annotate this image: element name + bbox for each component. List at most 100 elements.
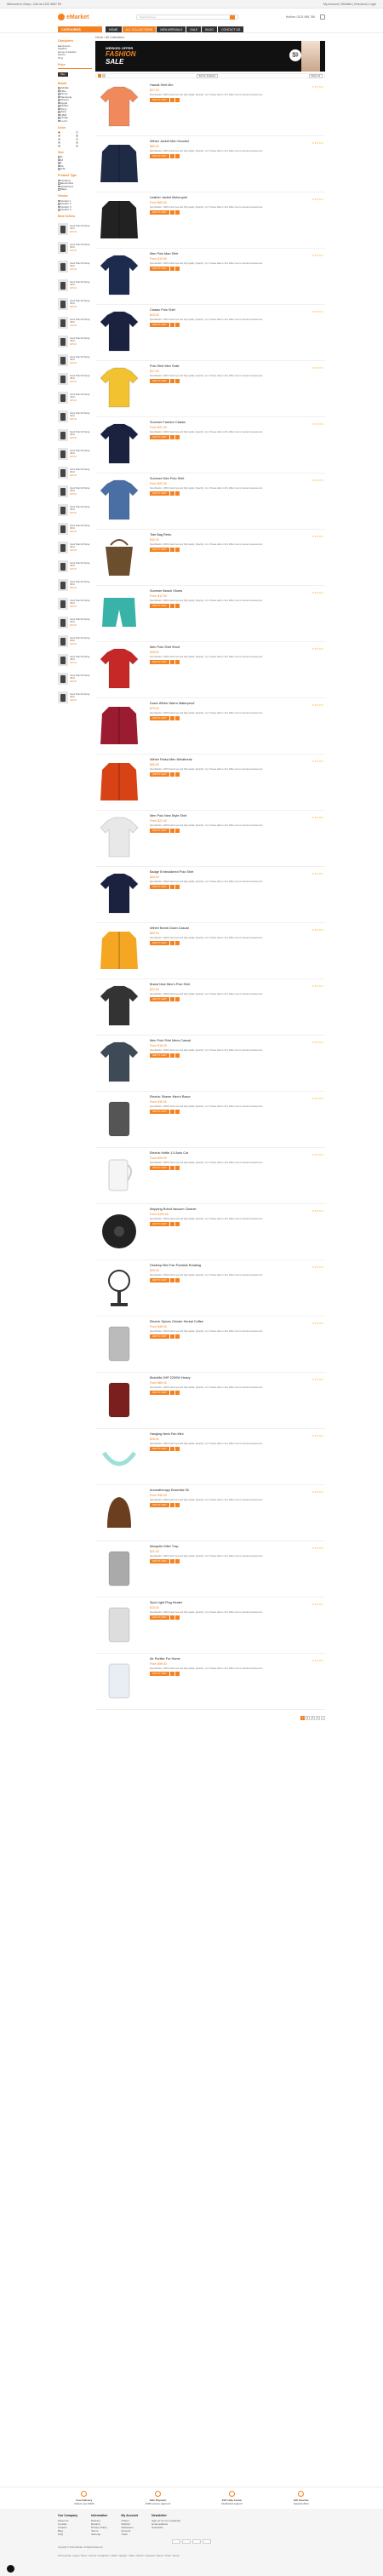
- product-image[interactable]: [95, 533, 143, 581]
- product-image[interactable]: [95, 1601, 143, 1649]
- product-name[interactable]: Men Polo New Style Shirt: [150, 814, 322, 818]
- add-to-cart-button[interactable]: ADD TO CART: [150, 997, 169, 1001]
- add-to-cart-button[interactable]: ADD TO CART: [150, 716, 169, 720]
- checkbox-icon[interactable]: [58, 111, 60, 113]
- add-to-cart-button[interactable]: ADD TO CART: [150, 1503, 169, 1507]
- product-image[interactable]: [95, 814, 143, 862]
- add-to-cart-button[interactable]: ADD TO CART: [150, 1053, 169, 1058]
- product-name[interactable]: Hanging Neck Fan Mini: [150, 1432, 322, 1436]
- wishlist-icon[interactable]: [169, 210, 174, 215]
- sidebar-product[interactable]: Neck Toilet Oil Spray 30ml $45.00: [58, 632, 92, 651]
- color-swatch[interactable]: [75, 134, 78, 137]
- checkbox-icon[interactable]: [58, 209, 60, 211]
- checkbox-icon[interactable]: [58, 205, 60, 208]
- compare-icon[interactable]: [174, 1503, 180, 1507]
- compare-icon[interactable]: [174, 379, 180, 383]
- add-to-cart-button[interactable]: ADD TO CART: [150, 1166, 169, 1170]
- compare-icon[interactable]: [174, 941, 180, 945]
- wishlist-icon[interactable]: [169, 829, 174, 833]
- sidebar-product[interactable]: Neck Toilet Oil Spray 30ml $45.00: [58, 651, 92, 669]
- promo-banner[interactable]: WEEKED OFFER FASHION SALE 50% OFF: [95, 41, 325, 72]
- product-image[interactable]: [95, 589, 143, 637]
- compare-icon[interactable]: [174, 1222, 180, 1226]
- product-row[interactable]: Mopping Robot Vacuum Cleaner From $199.00…: [95, 1204, 325, 1260]
- product-name[interactable]: Aromatherapy Essential Oil: [150, 1489, 322, 1492]
- color-swatch[interactable]: [75, 137, 78, 141]
- wishlist-icon[interactable]: [169, 885, 174, 889]
- categories-menu-button[interactable]: CATEGORIES: [58, 26, 102, 32]
- page-link[interactable]: »: [321, 1715, 325, 1720]
- tags-item[interactable]: Bags: [58, 187, 92, 191]
- wishlist-icon[interactable]: [169, 1672, 174, 1676]
- sidebar-product[interactable]: Neck Toilet Oil Spray 30ml $45.00: [58, 351, 92, 370]
- wishlist-icon[interactable]: [169, 660, 174, 664]
- product-name[interactable]: Winter Bomb Down Casual: [150, 927, 322, 930]
- sidebar-product[interactable]: Neck Toilet Oil Spray 30ml $45.00: [58, 613, 92, 632]
- nav-item[interactable]: CONTACT US: [217, 26, 244, 32]
- product-image[interactable]: [95, 1095, 143, 1143]
- product-name[interactable]: Electric Spices Grinder Herbal Coffee: [150, 1320, 322, 1323]
- sidebar-product[interactable]: Neck Toilet Oil Spray 30ml $45.00: [58, 538, 92, 557]
- add-to-cart-button[interactable]: ADD TO CART: [150, 1222, 169, 1226]
- product-name[interactable]: Hawaii Shirt Mix: [150, 83, 322, 87]
- product-row[interactable]: Tote Bag Retro $32.00 Specification: 100% …: [95, 530, 325, 586]
- page-link[interactable]: 2: [306, 1715, 310, 1720]
- page-link[interactable]: 3: [311, 1715, 315, 1720]
- compare-icon[interactable]: [174, 323, 180, 327]
- top-bar-right[interactable]: My Account | Wishlist | Checkout | Login: [323, 3, 376, 6]
- product-image[interactable]: [95, 83, 143, 131]
- checkbox-icon[interactable]: [58, 188, 60, 191]
- product-name[interactable]: Brand New Men's Polo Shirt: [150, 983, 322, 986]
- hot-keywords[interactable]: Hot Keywords: Laptop • Phone • Camera • …: [0, 2552, 383, 2561]
- compare-icon[interactable]: [174, 1391, 180, 1395]
- vendors-item[interactable]: Vendor 4: [58, 208, 92, 211]
- checkbox-icon[interactable]: [58, 101, 60, 104]
- product-row[interactable]: Electric Spices Grinder Herbal Coffee Fro…: [95, 1317, 325, 1373]
- product-name[interactable]: Summer Beach Shorts: [150, 589, 322, 593]
- footer-link[interactable]: Sitemap: [91, 2533, 107, 2536]
- product-image[interactable]: [95, 983, 143, 1030]
- compare-icon[interactable]: [174, 435, 180, 439]
- nav-item[interactable]: ALL COLLECTIONS: [122, 26, 157, 32]
- color-swatch[interactable]: [58, 144, 60, 147]
- price-filter-button[interactable]: Filter: [58, 72, 68, 77]
- product-name[interactable]: Spot Light Plug Heater: [150, 1601, 322, 1604]
- wishlist-icon[interactable]: [169, 1278, 174, 1282]
- checkbox-icon[interactable]: [58, 93, 60, 95]
- page-link[interactable]: 1: [300, 1715, 305, 1720]
- compare-icon[interactable]: [174, 98, 180, 102]
- product-row[interactable]: Brand New Men's Polo Shirt $22.90 Specific…: [95, 979, 325, 1036]
- product-image[interactable]: [95, 1264, 143, 1311]
- wishlist-icon[interactable]: [169, 379, 174, 383]
- add-to-cart-button[interactable]: ADD TO CART: [150, 885, 169, 889]
- checkbox-icon[interactable]: [58, 164, 60, 167]
- add-to-cart-button[interactable]: ADD TO CART: [150, 98, 169, 102]
- product-name[interactable]: Classic Polo Shirt: [150, 308, 322, 312]
- product-image[interactable]: [95, 1320, 143, 1368]
- add-to-cart-button[interactable]: ADD TO CART: [150, 772, 169, 777]
- compare-icon[interactable]: [174, 1559, 180, 1563]
- sidebar-product[interactable]: Neck Toilet Oil Spray 30ml $45.00: [58, 313, 92, 332]
- sidebar-product[interactable]: Neck Toilet Oil Spray 30ml $45.00: [58, 445, 92, 463]
- checkbox-icon[interactable]: [58, 95, 60, 98]
- product-row[interactable]: Summer Fashion Classic From $21.00 Specifi…: [95, 417, 325, 473]
- sidebar-product[interactable]: Neck Toilet Oil Spray 30ml $45.00: [58, 669, 92, 688]
- product-image[interactable]: [95, 870, 143, 918]
- sort-select[interactable]: Sort by: Featured: [196, 73, 218, 78]
- product-name[interactable]: Electric Shaver Men's Razor: [150, 1095, 322, 1099]
- checkbox-icon[interactable]: [58, 199, 60, 202]
- checkbox-icon[interactable]: [58, 168, 60, 170]
- sidebar-product[interactable]: Neck Toilet Oil Spray 30ml $45.00: [58, 295, 92, 313]
- product-image[interactable]: [95, 196, 143, 244]
- product-name[interactable]: BioloMix 2HP 2200W Heavy: [150, 1376, 322, 1380]
- wishlist-icon[interactable]: [169, 1391, 174, 1395]
- color-swatch[interactable]: [58, 141, 60, 144]
- product-name[interactable]: Winter Jacket Men Hooded: [150, 140, 322, 143]
- product-image[interactable]: [95, 1657, 143, 1705]
- checkbox-icon[interactable]: [58, 179, 60, 181]
- product-image[interactable]: [95, 1039, 143, 1087]
- product-name[interactable]: Winter Parka Men Windbreak: [150, 758, 322, 761]
- compare-icon[interactable]: [174, 716, 180, 720]
- sidebar-product[interactable]: Neck Toilet Oil Spray 30ml $45.00: [58, 463, 92, 482]
- product-row[interactable]: Down Winter Warm Waterproof $79.00 Specifi…: [95, 698, 325, 754]
